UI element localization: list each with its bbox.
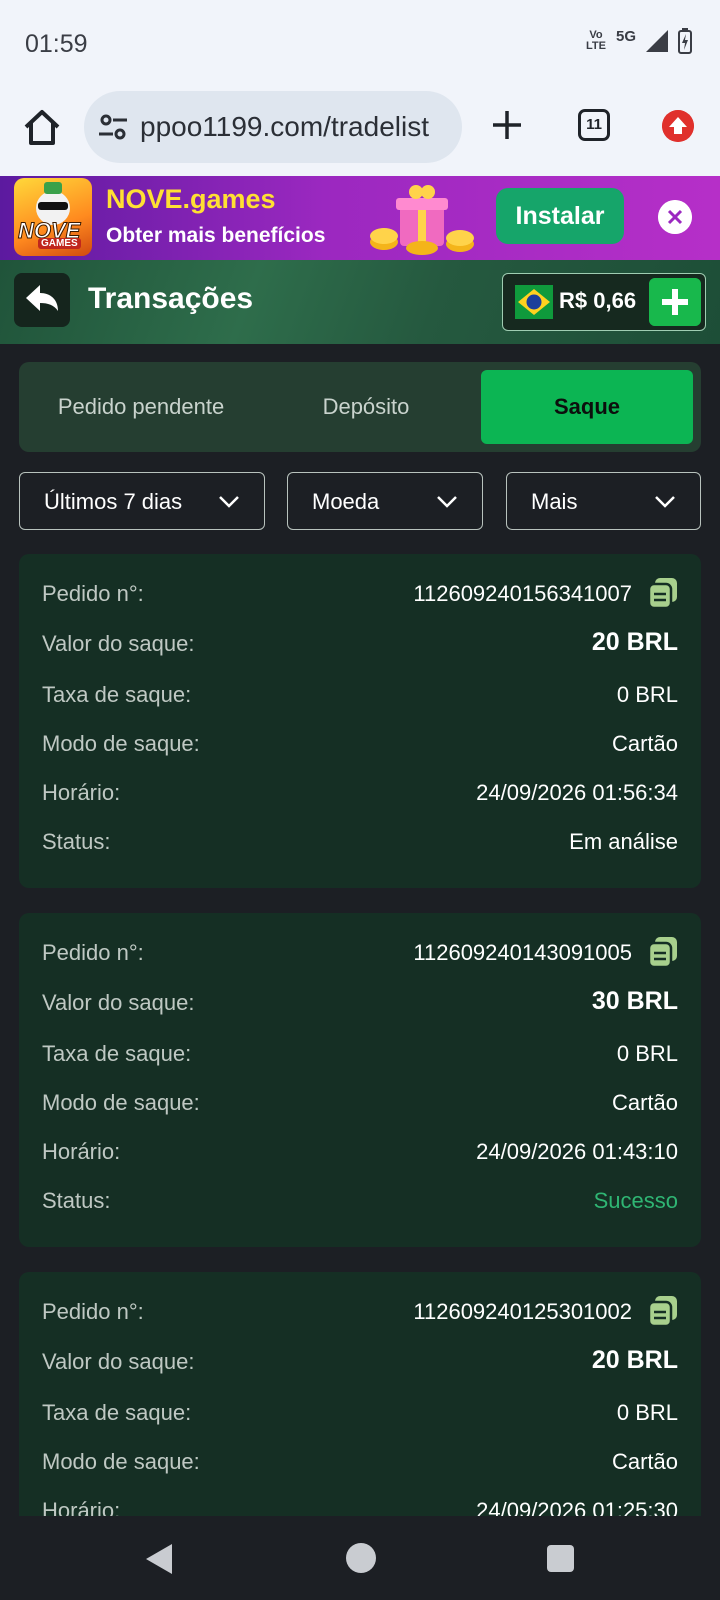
withdraw-mode: Cartão [611,1090,678,1115]
system-icons: Vo LTE 5G [586,28,692,54]
tab-withdraw[interactable]: Saque [481,370,693,444]
transaction-card: Pedido n°: 112609240156341007 Valor do s… [19,554,701,888]
update-icon[interactable] [662,110,694,142]
mode-row: Modo de saque: Cartão [42,1449,678,1474]
banner-app-name: NOVE.games [106,184,276,214]
status-bar: 01:59 Vo LTE 5G [0,0,720,86]
battery-icon [678,28,692,54]
tab-pending[interactable]: Pedido pendente [23,370,259,444]
nav-recents-icon[interactable] [547,1545,574,1572]
chevron-down-icon [219,496,239,508]
app-logo: NOVE GAMES [14,178,92,256]
withdraw-amount: 30 BRL [591,987,678,1015]
nav-back-icon[interactable] [146,1544,172,1574]
withdraw-fee: 0 BRL [616,682,678,707]
amount-row: Valor do saque: 20 BRL [42,628,678,656]
signal-icon [646,30,668,52]
add-funds-icon[interactable] [649,278,701,326]
time-row: Horário: 24/09/2026 01:43:10 [42,1139,678,1164]
fee-row: Taxa de saque: 0 BRL [42,1400,678,1425]
new-tab-icon[interactable] [490,108,524,142]
fee-row: Taxa de saque: 0 BRL [42,682,678,707]
url-text: ppoo1199.com/tradelist [140,111,429,142]
transaction-tabs: Pedido pendente Depósito Saque [19,362,701,452]
browser-toolbar: ppoo1199.com/tradelist 11 [0,86,720,176]
address-bar[interactable]: ppoo1199.com/tradelist [84,91,462,163]
copy-icon[interactable] [648,1295,678,1327]
copy-icon[interactable] [648,936,678,968]
install-button[interactable]: Instalar [496,188,624,244]
currency-filter[interactable]: Moeda [287,472,483,530]
withdraw-fee: 0 BRL [616,1400,678,1425]
amount-row: Valor do saque: 30 BRL [42,987,678,1015]
chevron-down-icon [437,496,457,508]
brazil-flag-icon [515,285,553,319]
mode-row: Modo de saque: Cartão [42,1090,678,1115]
system-nav-bar [0,1516,720,1600]
order-number: 112609240143091005 [413,940,632,965]
copy-icon[interactable] [648,577,678,609]
order-number: 112609240125301002 [413,1299,632,1324]
status-value: Em análise [569,829,678,854]
network-type: 5G [615,27,636,45]
amount-row: Valor do saque: 20 BRL [42,1346,678,1374]
back-button[interactable] [14,273,70,327]
fee-row: Taxa de saque: 0 BRL [42,1041,678,1066]
gift-coins-icon [370,185,474,255]
close-icon[interactable] [658,200,692,234]
tab-switcher-button[interactable]: 11 [578,109,610,141]
balance-amount: R$ 0,66 [559,288,637,313]
transaction-time: 24/09/2026 01:43:10 [476,1139,678,1164]
transaction-time: 24/09/2026 01:25:30 [476,1498,678,1516]
page-title: Transações [88,282,254,315]
clock: 01:59 [25,30,88,58]
status-row: Status: Em análise [42,829,678,854]
withdraw-mode: Cartão [611,1449,678,1474]
tab-deposit[interactable]: Depósito [263,370,469,444]
withdraw-amount: 20 BRL [591,1346,678,1374]
home-icon[interactable] [22,108,62,148]
withdraw-mode: Cartão [611,731,678,756]
withdraw-fee: 0 BRL [616,1041,678,1066]
banner-subtitle: Obter mais benefícios [106,224,326,247]
order-row: Pedido n°: 112609240143091005 [42,932,678,972]
transactions-content: Pedido pendente Depósito Saque Últimos 7… [0,344,720,1516]
transaction-card: Pedido n°: 112609240125301002 Valor do s… [19,1272,701,1516]
period-filter[interactable]: Últimos 7 dias [19,472,265,530]
app-header: Transações R$ 0,66 [0,260,720,344]
status-row: Status: Sucesso [42,1188,678,1213]
mode-row: Modo de saque: Cartão [42,731,678,756]
balance-widget: R$ 0,66 [502,273,706,331]
order-row: Pedido n°: 112609240156341007 [42,573,678,613]
withdraw-amount: 20 BRL [591,628,678,656]
volte-icon: Vo LTE [586,29,606,52]
chevron-down-icon [655,496,675,508]
transaction-time: 24/09/2026 01:56:34 [476,780,678,805]
order-number: 112609240156341007 [413,581,632,606]
back-arrow-icon [26,285,58,311]
time-row: Horário: 24/09/2026 01:25:30 [42,1490,678,1516]
transaction-card: Pedido n°: 112609240143091005 Valor do s… [19,913,701,1247]
more-filter[interactable]: Mais [506,472,701,530]
order-row: Pedido n°: 112609240125301002 [42,1291,678,1331]
time-row: Horário: 24/09/2026 01:56:34 [42,780,678,805]
site-settings-icon[interactable] [98,113,128,141]
install-banner: NOVE GAMES NOVE.games Obter mais benefíc… [0,176,720,260]
status-value: Sucesso [593,1188,678,1213]
nav-home-icon[interactable] [346,1543,376,1573]
